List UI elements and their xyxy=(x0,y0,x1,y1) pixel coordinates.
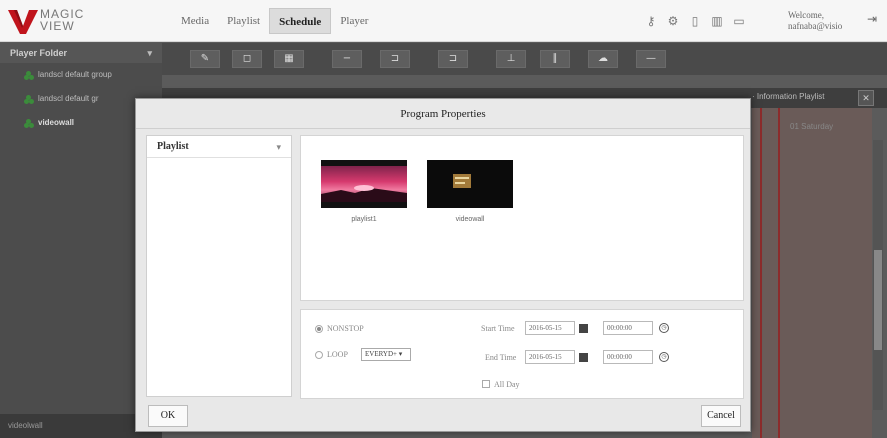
nonstop-radio[interactable] xyxy=(315,325,323,333)
header-icons: ⚷ ⚙ ▯ ▥ ▭ xyxy=(640,12,750,30)
playlist-header-label: Playlist xyxy=(157,141,189,152)
gear-icon[interactable]: ⚙ xyxy=(662,12,684,30)
tab-media[interactable]: Media xyxy=(172,8,218,34)
welcome-line1: Welcome, xyxy=(788,10,825,20)
logo-text-line2: VIEW xyxy=(40,19,75,33)
main-nav: Media Playlist Schedule Player xyxy=(172,8,377,34)
sidebar-item-label: videowall xyxy=(38,118,75,127)
group-icon xyxy=(24,71,34,80)
bar-chart-icon[interactable]: ▥ xyxy=(706,12,728,30)
align-2-icon[interactable]: ⊐ xyxy=(438,50,468,68)
videowall-thumbnail[interactable] xyxy=(427,160,513,208)
playlist-dropdown[interactable]: Playlist ▾ xyxy=(147,136,291,158)
group-icon xyxy=(24,95,34,104)
top-bar: MAGIC VIEW Media Playlist Schedule Playe… xyxy=(0,0,887,42)
schedule-divider xyxy=(778,108,780,438)
calendar-icon[interactable] xyxy=(579,353,588,362)
nonstop-label: NONSTOP xyxy=(327,324,364,333)
vertical-scrollbar[interactable] xyxy=(873,140,883,410)
program-properties-dialog: Program Properties Playlist ▾ playlist1 xyxy=(135,98,751,432)
schedule-column xyxy=(752,108,872,438)
scrollbar-thumb[interactable] xyxy=(874,250,882,350)
tab-schedule[interactable]: Schedule xyxy=(269,8,332,34)
pause-icon[interactable]: ∥ xyxy=(540,50,570,68)
group-icon xyxy=(24,119,34,128)
clipboard-icon[interactable]: ▯ xyxy=(684,12,706,30)
all-day-label: All Day xyxy=(494,380,520,389)
playlist-panel: Playlist ▾ xyxy=(146,135,292,397)
sidebar-item-group-1[interactable]: landscl default group xyxy=(0,63,162,87)
end-date-field[interactable]: 2016-05-15 xyxy=(525,350,575,364)
chevron-down-icon[interactable]: ▾ xyxy=(276,136,281,158)
edit-icon[interactable]: ✎ xyxy=(190,50,220,68)
dash-icon[interactable]: — xyxy=(636,50,666,68)
chevron-down-icon[interactable]: ▾ xyxy=(147,43,152,63)
start-time-field[interactable]: 00:00:00 xyxy=(603,321,653,335)
cancel-button[interactable]: Cancel xyxy=(701,405,741,427)
ok-button[interactable]: OK xyxy=(148,405,188,427)
copy-icon[interactable]: ◻ xyxy=(232,50,262,68)
schedule-divider xyxy=(760,108,762,438)
loop-label: LOOP xyxy=(327,350,348,359)
loop-select[interactable]: EVERYD+ ▾ xyxy=(361,348,411,361)
clock-icon[interactable]: ◷ xyxy=(659,352,669,362)
key-icon[interactable]: ⚷ xyxy=(640,12,662,30)
player-folder-header[interactable]: Player Folder ▾ xyxy=(0,43,162,63)
align-icon[interactable]: ⊐ xyxy=(380,50,410,68)
start-date-field[interactable]: 2016-05-15 xyxy=(525,321,575,335)
thumbnail-label: videowall xyxy=(455,216,485,223)
sidebar-item-label: landscl default group xyxy=(38,70,112,79)
playlist-thumbnail[interactable] xyxy=(321,160,407,208)
calendar-icon[interactable] xyxy=(579,324,588,333)
loop-select-value: EVERYD+ xyxy=(365,350,397,358)
welcome-user: nafnaba@visio xyxy=(788,21,843,31)
loop-radio[interactable] xyxy=(315,351,323,359)
clock-icon[interactable]: ◷ xyxy=(659,323,669,333)
all-day-checkbox[interactable] xyxy=(482,380,490,388)
close-icon[interactable]: ✕ xyxy=(858,90,874,106)
start-time-label: Start Time xyxy=(481,324,515,333)
grid-icon[interactable]: ▦ xyxy=(274,50,304,68)
schedule-toolbar: ✎ ◻ ▦ − ⊐ ⊐ ⊥ ∥ ☁ — xyxy=(162,43,887,75)
logo-v-icon xyxy=(8,10,38,34)
anchor-icon[interactable]: ⊥ xyxy=(496,50,526,68)
thumbnail-label: playlist1 xyxy=(351,216,377,223)
logout-icon[interactable]: ⇥ xyxy=(864,12,880,28)
playlist-thumbnails: playlist1 videowall xyxy=(300,135,744,301)
sidebar-item-label: landscl default gr xyxy=(38,94,99,103)
dialog-title: Program Properties xyxy=(136,99,750,129)
end-time-label: End Time xyxy=(485,353,517,362)
end-time-field[interactable]: 00:00:00 xyxy=(603,350,653,364)
minus-icon[interactable]: − xyxy=(332,50,362,68)
day-column-label: 01 Saturday xyxy=(790,122,834,131)
cloud-icon[interactable]: ☁ xyxy=(588,50,618,68)
information-playlist-label: · Information Playlist xyxy=(752,92,825,101)
tab-player[interactable]: Player xyxy=(331,8,377,34)
chevron-down-icon: ▾ xyxy=(396,350,403,358)
player-folder-title: Player Folder xyxy=(10,48,68,58)
welcome-text: Welcome, nafnaba@visio xyxy=(788,10,842,32)
magic-view-logo[interactable]: MAGIC VIEW xyxy=(8,6,108,36)
tab-playlist[interactable]: Playlist xyxy=(218,8,269,34)
monitor-icon[interactable]: ▭ xyxy=(728,12,750,30)
schedule-options: NONSTOP LOOP EVERYD+ ▾ Start Time 2016-0… xyxy=(300,309,744,399)
